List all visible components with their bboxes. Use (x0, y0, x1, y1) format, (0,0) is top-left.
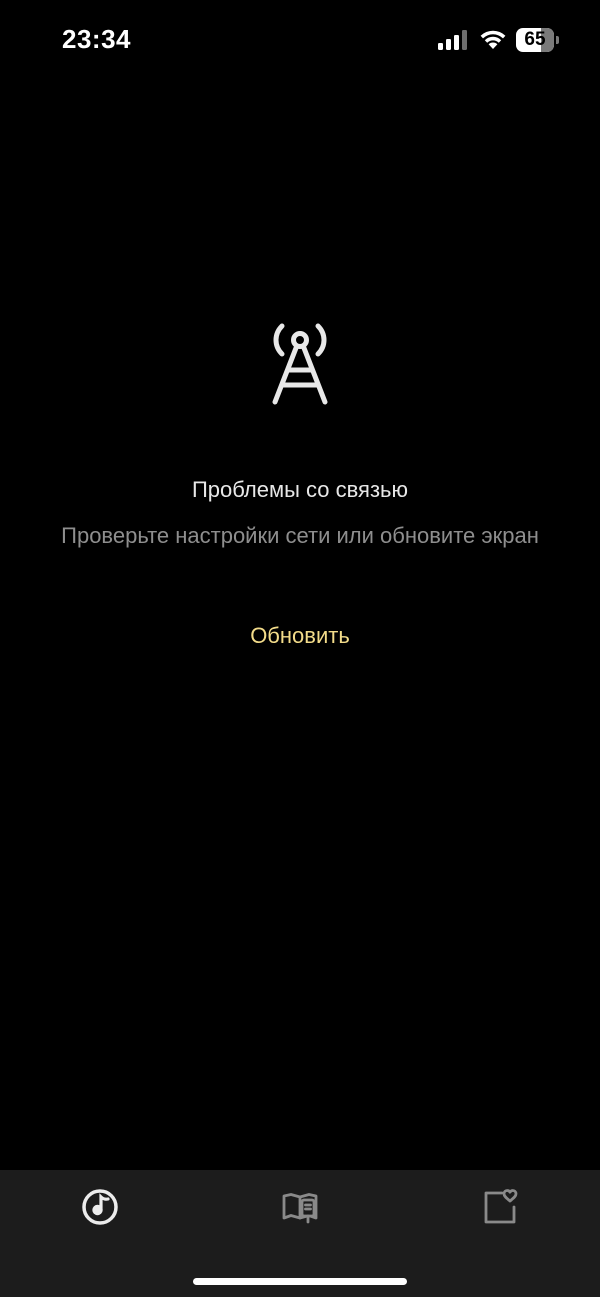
heart-bookmark-icon (484, 1189, 518, 1224)
book-library-icon (282, 1193, 318, 1224)
error-title: Проблемы со связью (191, 477, 408, 502)
wifi-icon (480, 30, 506, 49)
signal-icon (438, 30, 467, 50)
battery-icon: 65 (516, 28, 560, 52)
antenna-tower-icon (272, 323, 328, 405)
home-indicator[interactable] (193, 1278, 407, 1285)
tab-favorites[interactable] (470, 1182, 530, 1232)
status-bar: 23:34 65 (0, 0, 600, 80)
status-time: 23:34 (62, 24, 131, 54)
tab-music[interactable] (70, 1182, 130, 1232)
battery-percent: 65 (524, 29, 546, 50)
error-message: Проверьте настройки сети или обновите эк… (61, 523, 539, 548)
music-disc-icon (82, 1189, 118, 1225)
tab-library[interactable] (270, 1182, 330, 1232)
refresh-button[interactable]: Обновить (200, 618, 400, 654)
